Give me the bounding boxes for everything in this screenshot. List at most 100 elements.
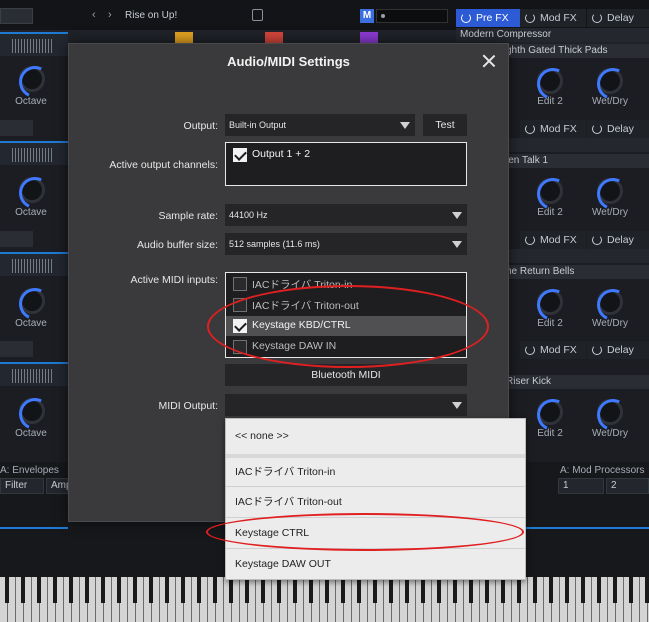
tab-label: Pre FX <box>476 12 509 24</box>
layer-strip[interactable] <box>0 252 68 276</box>
part-dropdown[interactable] <box>0 8 33 24</box>
sample-rate-value: 44100 Hz <box>229 210 268 220</box>
close-icon[interactable] <box>482 54 496 68</box>
list-item[interactable]: Output 1 + 2 <box>226 145 466 165</box>
octave-label: Octave <box>15 207 47 218</box>
preset-name[interactable]: Rise on Up! <box>125 10 177 21</box>
octave-knob[interactable] <box>19 288 45 314</box>
menu-item-none[interactable]: << none >> <box>226 421 525 451</box>
power-icon <box>525 124 535 134</box>
octave-label: Octave <box>15 96 47 107</box>
edit-knob[interactable] <box>537 289 563 315</box>
mod-processors-label: A: Mod Processors <box>560 465 645 476</box>
wetdry-label: Wet/Dry <box>592 207 628 218</box>
tab-amp[interactable]: Amp <box>46 478 72 494</box>
power-icon <box>592 13 602 23</box>
tab-mod-fx[interactable]: Mod FX <box>520 231 586 249</box>
wetdry-knob[interactable] <box>597 178 623 204</box>
buffer-size-value: 512 samples (11.6 ms) <box>229 239 320 249</box>
midi-output-select[interactable] <box>225 394 467 416</box>
checkbox[interactable] <box>233 277 247 291</box>
layer-strip[interactable] <box>0 362 68 386</box>
tab-mod-fx[interactable]: Mod FX <box>520 341 586 359</box>
mod-line <box>526 527 649 529</box>
next-preset-icon[interactable]: › <box>108 9 112 21</box>
output-label: Output: <box>183 120 218 132</box>
tab-mod-fx[interactable]: Mod FX <box>520 9 586 27</box>
octave-knob[interactable] <box>19 398 45 424</box>
edit-label: Edit 2 <box>537 207 563 218</box>
tab-label: Mod FX <box>540 123 577 135</box>
dialog-title: Audio/MIDI Settings <box>227 54 350 69</box>
midi-badge[interactable]: M <box>360 9 374 23</box>
wetdry-label: Wet/Dry <box>592 428 628 439</box>
octave-knob[interactable] <box>19 66 45 92</box>
tab-label: Delay <box>607 344 634 356</box>
menu-item-iac-triton-in[interactable]: IACドライバ Triton-in <box>226 457 525 487</box>
waveform-icon <box>12 259 54 273</box>
layer-strip[interactable] <box>0 141 68 165</box>
tab-filter[interactable]: Filter <box>0 478 44 494</box>
edit-knob[interactable] <box>537 68 563 94</box>
sample-rate-select[interactable]: 44100 Hz <box>225 204 467 226</box>
power-icon <box>592 345 602 355</box>
tab-delay[interactable]: Delay <box>587 341 649 359</box>
octave-label: Octave <box>15 428 47 439</box>
fx-preset-field[interactable]: Modern Compressor <box>456 28 649 42</box>
wetdry-knob[interactable] <box>597 289 623 315</box>
octave-knob[interactable] <box>19 177 45 203</box>
tab-mod-fx[interactable]: Mod FX <box>520 120 586 138</box>
midi-activity-field <box>376 9 448 23</box>
power-icon <box>525 345 535 355</box>
tab-delay[interactable]: Delay <box>587 120 649 138</box>
tab-label: Delay <box>607 234 634 246</box>
midi-inputs-label: Active MIDI inputs: <box>130 274 218 286</box>
waveform-icon <box>12 148 54 162</box>
power-icon <box>592 124 602 134</box>
edit-label: Edit 2 <box>537 96 563 107</box>
tab-label: Delay <box>607 12 634 24</box>
output-value: Built-in Output <box>229 120 287 130</box>
tab-mod-processor-2[interactable]: 2 <box>606 478 649 494</box>
midi-output-menu: << none >> IACドライバ Triton-in IACドライバ Tri… <box>225 418 526 580</box>
menu-item-keystage-daw-out[interactable]: Keystage DAW OUT <box>226 549 525 579</box>
tab-label: Mod FX <box>540 344 577 356</box>
annotation-ring-midi-input <box>207 285 489 368</box>
envelope-line <box>0 527 68 529</box>
layer-strip[interactable] <box>0 32 68 56</box>
test-button[interactable]: Test <box>423 114 467 136</box>
midi-output-label: MIDI Output: <box>158 400 218 412</box>
envelopes-label: A: Envelopes <box>0 465 59 476</box>
output-channels-list: Output 1 + 2 <box>225 142 467 186</box>
edit-knob[interactable] <box>537 178 563 204</box>
wetdry-knob[interactable] <box>597 399 623 425</box>
midi-activity-dot <box>381 14 385 18</box>
output-select[interactable]: Built-in Output <box>225 114 415 136</box>
checkbox-checked[interactable] <box>233 148 247 162</box>
layer-dropdown[interactable] <box>0 120 33 136</box>
tab-delay[interactable]: Delay <box>587 231 649 249</box>
power-icon <box>525 235 535 245</box>
prev-preset-icon[interactable]: ‹ <box>92 9 96 21</box>
tab-label: Mod FX <box>540 12 577 24</box>
edit-label: Edit 2 <box>537 428 563 439</box>
tab-delay[interactable]: Delay <box>587 9 649 27</box>
power-icon <box>525 13 535 23</box>
layer-dropdown[interactable] <box>0 341 33 357</box>
tab-label: Mod FX <box>540 234 577 246</box>
wetdry-knob[interactable] <box>597 68 623 94</box>
buffer-size-label: Audio buffer size: <box>137 239 218 251</box>
edit-knob[interactable] <box>537 399 563 425</box>
piano-black-keys[interactable] <box>0 577 649 603</box>
save-icon[interactable] <box>252 9 263 21</box>
waveform-icon <box>12 369 54 383</box>
tab-mod-processor-1[interactable]: 1 <box>558 478 604 494</box>
wetdry-label: Wet/Dry <box>592 96 628 107</box>
chevron-down-icon <box>452 241 462 248</box>
top-toolbar: ‹ › Rise on Up! M Pre FX Mod FX Delay <box>0 0 649 30</box>
buffer-size-select[interactable]: 512 samples (11.6 ms) <box>225 233 467 255</box>
layer-dropdown[interactable] <box>0 231 33 247</box>
power-icon <box>461 13 471 23</box>
active-output-channels-label: Active output channels: <box>109 159 218 171</box>
wetdry-label: Wet/Dry <box>592 318 628 329</box>
